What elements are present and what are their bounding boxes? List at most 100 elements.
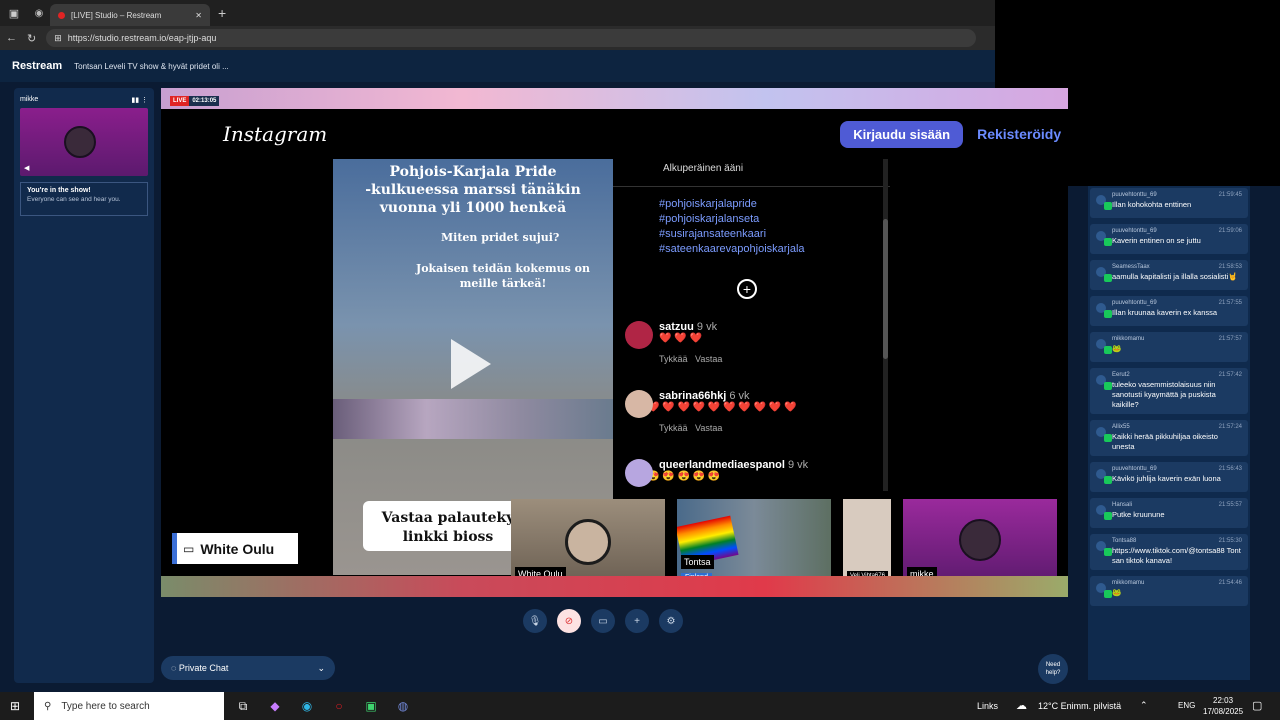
login-button[interactable]: Kirjaudu sisään: [840, 120, 964, 148]
chat-message: Tontsa88 21:55:30 https://www.tiktok.com/@…: [1090, 534, 1248, 570]
address-bar-row: ← ↻ ⊞ https://studio.restream.io/eap-jtj…: [0, 26, 995, 50]
window-icon[interactable]: ▣: [0, 7, 28, 20]
settings-icon[interactable]: ⚙: [659, 609, 683, 633]
comments-scrollbar[interactable]: [883, 159, 888, 491]
stage-bottom-strip: [161, 576, 1068, 597]
like-link[interactable]: Tykkää: [659, 354, 688, 364]
crowd-scene: [333, 399, 613, 439]
windows-start-icon[interactable]: ⊞: [10, 699, 20, 713]
speaker-icon[interactable]: ◀: [24, 164, 29, 172]
notification-icon[interactable]: ▢: [1252, 699, 1262, 712]
site-info-icon[interactable]: ⊞: [54, 33, 62, 44]
refresh-icon[interactable]: ↻: [27, 32, 36, 45]
weather-text[interactable]: 12°C Enimm. pilvistä: [1038, 701, 1121, 711]
add-icon[interactable]: +: [625, 609, 649, 633]
participant-header: mikke ▮▮ ⋮: [14, 88, 154, 104]
comment-age: 6 vk: [729, 390, 750, 402]
app-icon[interactable]: ◆: [262, 695, 288, 717]
tile-name: Tontsa: [681, 555, 714, 569]
platform-icon: [1104, 382, 1112, 390]
tab-title: [LIVE] Studio – Restream: [71, 10, 162, 20]
show-status-card: You're in the show! Everyone can see and…: [20, 182, 148, 216]
avatar[interactable]: [625, 459, 653, 487]
need-help-button[interactable]: Need help?: [1038, 654, 1068, 684]
instagram-logo[interactable]: Instagram: [223, 122, 327, 146]
avatar[interactable]: [625, 321, 653, 349]
back-icon[interactable]: ←: [6, 32, 17, 44]
tray-chevron-icon[interactable]: ⌃: [1140, 700, 1148, 711]
show-status-sub: Everyone can see and hear you.: [27, 196, 121, 203]
original-audio[interactable]: Alkuperäinen ääni: [663, 163, 743, 174]
url-field[interactable]: ⊞ https://studio.restream.io/eap-jtjp-aq…: [46, 29, 977, 47]
platform-icon: [1104, 202, 1112, 210]
load-more-icon[interactable]: +: [737, 279, 757, 299]
stage-gradient-top: [161, 88, 1068, 109]
platform-icon: [1104, 434, 1112, 442]
clock[interactable]: 22:03 17/08/2025: [1203, 695, 1243, 717]
guest-tile[interactable]: mikke: [903, 499, 1057, 585]
task-view-icon[interactable]: ⧉: [230, 695, 256, 717]
chat-message: Eerut2 21:57:42 tuleeko vasemmistolaisuus …: [1090, 368, 1248, 414]
participant-panel: mikke ▮▮ ⋮ ◀ You're in the show! Everyon…: [14, 88, 154, 683]
platform-icon: [1104, 346, 1112, 354]
banner-overlay: ▭ White Oulu: [172, 533, 298, 564]
chat-panel: puuvehtonttu_69 21:59:45 Illan kohokohta e…: [1088, 186, 1250, 680]
chat-message: puuvehtonttu_69 21:56:43 Kävikö juhlija ka…: [1090, 462, 1248, 492]
register-link[interactable]: Rekisteröidy: [977, 126, 1061, 142]
comment-age: 9 vk: [696, 321, 718, 333]
comment-item: queerlandmediaespanol 9 vk 😍 😍 😍 😍 😍: [625, 459, 880, 487]
reply-link[interactable]: Vastaa: [695, 423, 722, 433]
taskbar-links[interactable]: Links: [977, 701, 998, 711]
guest-tile[interactable]: Veli Vihta676: [843, 499, 891, 585]
camera-off-icon[interactable]: ⊘: [557, 609, 581, 633]
post-question: Miten pridet sujui?: [441, 231, 560, 244]
post-subtext: Jokaisen teidän kokemus on meille tärkeä…: [416, 262, 590, 290]
weather-icon[interactable]: ☁: [1016, 699, 1027, 712]
post-cta-box: Vastaa palauteky linkki bioss: [363, 501, 533, 551]
share-screen-icon[interactable]: ▭: [591, 609, 615, 633]
comment-user[interactable]: sabrina66hkj: [659, 390, 726, 402]
show-status-title: You're in the show!: [27, 187, 91, 194]
close-tab-icon[interactable]: ✕: [195, 11, 202, 20]
comment-user[interactable]: satzuu: [659, 321, 694, 333]
stream-title[interactable]: Tontsan Leveli TV show & hyvät pridet ol…: [74, 62, 229, 71]
avatar[interactable]: [625, 390, 653, 418]
platform-icon: [1104, 238, 1112, 246]
platform-icon: [1104, 310, 1112, 318]
like-link[interactable]: Tykkää: [659, 423, 688, 433]
browser-tab-active[interactable]: [LIVE] Studio – Restream ✕: [50, 4, 210, 26]
comment-age: 9 vk: [788, 459, 809, 471]
opera-icon[interactable]: ○: [326, 695, 352, 717]
monitor-icon: ▭: [183, 541, 195, 556]
stage-canvas: LIVE 02:13:05 Instagram Kirjaudu sisään …: [161, 88, 1068, 597]
app-icon[interactable]: ▣: [358, 695, 384, 717]
comments-divider: [613, 186, 890, 187]
mic-icon[interactable]: 🎙: [523, 609, 547, 633]
chat-message: SeamessTaax 21:58:53 aamulla kapitalisti j…: [1090, 260, 1248, 290]
language-indicator[interactable]: ENG: [1178, 701, 1195, 710]
chat-message: Allix55 21:57:24 Kaikki herää pikkuhiljaa …: [1090, 420, 1248, 456]
new-tab-icon[interactable]: +: [218, 5, 226, 21]
chat-message: mikkomamu 21:57:57 🐸: [1090, 332, 1248, 362]
tab-actions-icon[interactable]: ◉: [28, 8, 50, 19]
banner-text: White Oulu: [200, 540, 275, 557]
guest-tile[interactable]: White Oulu: [511, 499, 665, 585]
comment-user[interactable]: queerlandmediaespanol: [659, 459, 785, 471]
chat-message: puuvehtonttu_69 21:59:06 Kaverin entinen o…: [1090, 224, 1248, 254]
comment-item: sabrina66hkj 6 vk ❤️ ❤️ ❤️ ❤️ ❤️ ❤️ ❤️ ❤…: [625, 390, 880, 433]
edge-icon[interactable]: ◉: [294, 695, 320, 717]
comment-item: satzuu 9 vk ❤️ ❤️ ❤️ Tykkää Vastaa: [625, 321, 880, 364]
platform-icon: [1104, 476, 1112, 484]
url-text: https://studio.restream.io/eap-jtjp-aqu: [67, 33, 217, 43]
instagram-header: Instagram Kirjaudu sisään Rekisteröidy: [161, 109, 1068, 159]
restream-logo[interactable]: Restream: [12, 60, 62, 72]
guest-tile[interactable]: Tontsa Finland: [677, 499, 831, 585]
comment-text: ❤️ ❤️ ❤️ ❤️ ❤️ ❤️ ❤️ ❤️ ❤️ ❤️: [647, 402, 797, 413]
stage-toolbar: 🎙 ⊘ ▭ + ⚙: [523, 606, 713, 636]
discord-icon[interactable]: ◍: [390, 695, 416, 717]
private-chat-dropdown[interactable]: ◌ Private Chat ⌄: [161, 656, 335, 680]
taskbar-search[interactable]: ⚲ Type here to search: [34, 692, 224, 720]
play-icon[interactable]: [451, 339, 491, 389]
reply-link[interactable]: Vastaa: [695, 354, 722, 364]
platform-icon: [1104, 548, 1112, 556]
